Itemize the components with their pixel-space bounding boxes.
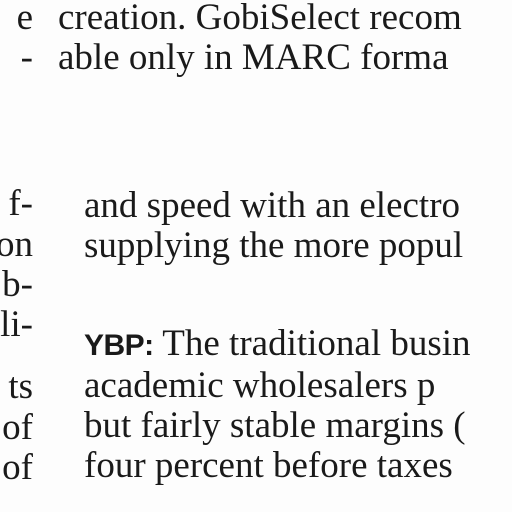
paragraph-1-line-2: supplying the more popul <box>84 225 464 266</box>
paragraph-2-line-1-text: The traditional busin <box>153 323 471 364</box>
left-fragment: - <box>20 37 33 78</box>
paragraph-2-line-4: four percent before taxes <box>84 445 453 486</box>
document-page: creation. GobiSelect recom able only in … <box>0 0 512 512</box>
paragraph-1-line-1: and speed with an electro <box>84 185 461 226</box>
paragraph-2-line-1: YBP: The traditional busin <box>84 324 471 366</box>
left-fragment: li- <box>0 304 33 345</box>
left-fragment: f- <box>8 183 33 224</box>
left-fragment: on <box>0 224 33 265</box>
top-line-1: creation. GobiSelect recom <box>58 0 462 38</box>
ybp-runin-heading: YBP: <box>84 329 154 362</box>
left-fragment: ts <box>8 366 33 407</box>
left-fragment: e <box>16 0 33 38</box>
left-fragment: b- <box>2 264 33 305</box>
left-fragment: of <box>2 447 33 488</box>
paragraph-2-line-3: but fairly stable margins ( <box>84 405 466 446</box>
left-fragment: of <box>2 407 33 448</box>
paragraph-2-line-2: academic wholesalers p <box>84 365 436 406</box>
top-line-2: able only in MARC forma <box>58 37 449 78</box>
